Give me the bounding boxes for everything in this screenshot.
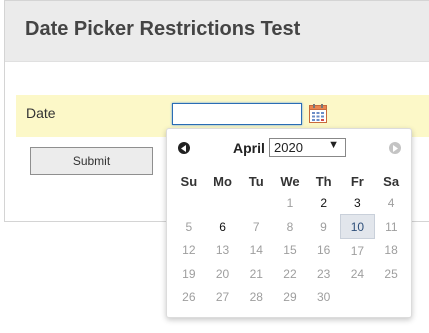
calendar-day: 27 [215, 289, 230, 304]
calendar-week-row: 5 6 7 8 9 10 11 [172, 214, 408, 239]
prev-arrow-icon[interactable] [178, 142, 190, 154]
calendar-day: 28 [249, 289, 263, 304]
calendar-grid: Su Mo Tu We Th Fr Sa 1 2 3 4 5 6 7 8 9 10 11 12 13 14… [172, 171, 408, 308]
calendar-day-today[interactable]: 10 [340, 214, 375, 239]
calendar-day: 16 [316, 243, 331, 258]
calendar-day: 22 [283, 266, 297, 281]
calendar-day: 30 [316, 289, 331, 304]
calendar-week-row: 19 20 21 22 23 24 25 [172, 262, 408, 285]
calendar-empty-cell [172, 191, 206, 215]
calendar-icon[interactable] [309, 104, 327, 123]
calendar-day: 9 [320, 219, 327, 234]
calendar-week-row: 1234 [172, 191, 408, 215]
year-select[interactable]: 2020 ▼ [269, 138, 346, 157]
calendar-day: 20 [215, 266, 230, 281]
weekday-label: Mo [213, 173, 232, 189]
calendar-day: 23 [316, 266, 331, 281]
calendar-day: 4 [387, 195, 395, 210]
calendar-day: 7 [252, 219, 260, 234]
weekday-label: Fr [350, 173, 364, 189]
calendar-day: 15 [283, 243, 297, 258]
datepicker-header: April 2020 ▼ [167, 129, 411, 167]
calendar-day[interactable]: 3 [341, 191, 375, 215]
calendar-day: 25 [384, 266, 398, 281]
next-arrow-icon[interactable] [389, 142, 401, 154]
calendar-day[interactable]: 2 [307, 191, 341, 215]
weekday-label: Tu [248, 173, 264, 189]
page-title: Date Picker Restrictions Test [25, 18, 301, 40]
calendar-day: 14 [249, 243, 263, 258]
month-label: April [233, 140, 265, 156]
calendar-day: 1 [286, 195, 294, 210]
year-value: 2020 [274, 140, 303, 155]
calendar-empty-cell [374, 285, 408, 308]
calendar-day: 21 [249, 266, 263, 281]
weekday-header-row: Su Mo Tu We Th Fr Sa [172, 171, 408, 191]
calendar-day: 18 [384, 243, 398, 258]
calendar-day: 13 [215, 243, 230, 258]
calendar-body: 1 2 3 4 5 6 7 8 9 10 11 12 13 14 15 16 17 18 19 20 21 22 23 24 2… [172, 191, 408, 308]
date-label: Date [26, 105, 56, 121]
weekday-label: Sa [383, 173, 400, 189]
chevron-down-icon: ▼ [328, 139, 339, 151]
calendar-day: 5 [185, 219, 193, 234]
card-header: Date Picker Restrictions Test [5, 1, 429, 62]
submit-button[interactable]: Submit [30, 147, 153, 175]
date-input[interactable] [172, 103, 302, 125]
calendar-empty-cell [341, 285, 375, 308]
calendar-empty-cell [206, 191, 240, 215]
calendar-day: 26 [182, 289, 196, 304]
calendar-week-row: 26 27 28 29 30 [172, 285, 408, 308]
calendar-day: 8 [286, 219, 294, 234]
calendar-day: 24 [350, 266, 365, 281]
weekday-label: Th [315, 173, 332, 189]
datepicker-popup: April 2020 ▼ Su Mo Tu We Th Fr Sa 123456… [166, 128, 412, 318]
calendar-week-row: 12 13 14 15 16 17 18 [172, 239, 408, 263]
calendar-empty-cell [239, 191, 273, 215]
calendar-day: 19 [182, 266, 196, 281]
calendar-day: 29 [283, 289, 297, 304]
weekday-label: Su [180, 173, 198, 189]
calendar-day: 11 [385, 219, 398, 234]
calendar-day: 17 [350, 243, 365, 258]
weekday-label: We [280, 173, 300, 189]
calendar-day: 12 [182, 243, 196, 258]
calendar-day[interactable]: 6 [206, 215, 240, 239]
